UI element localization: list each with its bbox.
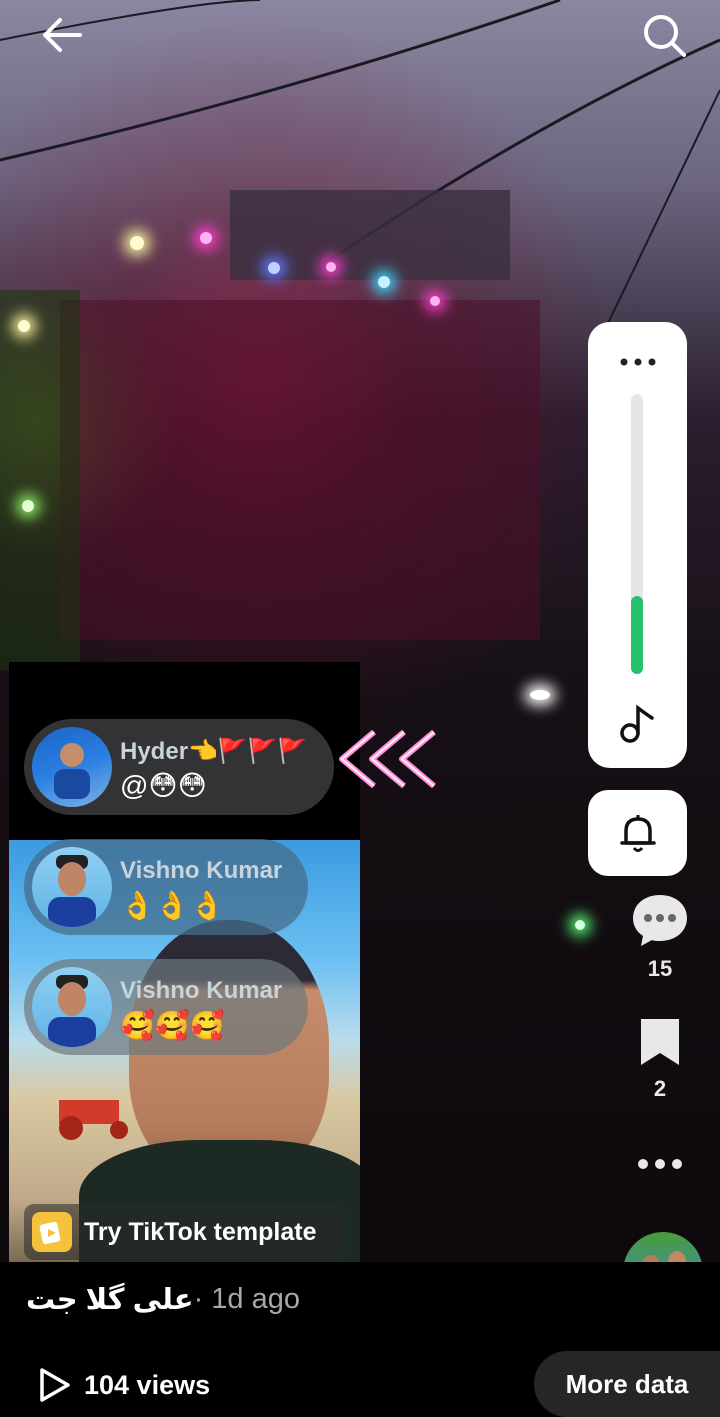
notify-button[interactable] bbox=[588, 790, 687, 876]
arrow-left-icon bbox=[43, 18, 82, 52]
stage-light bbox=[18, 320, 30, 332]
search-button[interactable] bbox=[636, 10, 692, 60]
saves-count: 2 bbox=[653, 1076, 667, 1101]
stage-light bbox=[430, 296, 440, 306]
bookmark-icon bbox=[641, 1019, 679, 1065]
stage-light bbox=[130, 236, 144, 250]
search-icon bbox=[644, 15, 686, 57]
more-data-button[interactable]: More data bbox=[534, 1351, 720, 1417]
comment-text: 🥰🥰🥰 bbox=[120, 1010, 225, 1041]
stage-light bbox=[200, 232, 212, 244]
chevrons-left-icon bbox=[339, 729, 436, 789]
commenter-name: Hyder👈🚩🚩🚩 bbox=[120, 738, 308, 765]
save-button[interactable] bbox=[630, 1012, 690, 1072]
views-row: 104 views bbox=[36, 1366, 210, 1404]
commenter-name: Vishno Kumar bbox=[120, 857, 283, 884]
avatar bbox=[32, 967, 112, 1047]
author-name[interactable]: علی گلا جت bbox=[26, 1282, 194, 1317]
comment-text: 👌👌👌 bbox=[120, 890, 225, 921]
stage-light bbox=[378, 276, 390, 288]
back-button[interactable] bbox=[34, 12, 90, 58]
music-button[interactable] bbox=[612, 696, 664, 748]
comments-count: 15 bbox=[647, 956, 673, 981]
comment-icon bbox=[633, 895, 687, 946]
volume-slider[interactable] bbox=[631, 394, 643, 674]
more-horizontal-icon bbox=[638, 1159, 682, 1169]
avatar bbox=[32, 727, 112, 807]
post-meta: علی گلا جت · 1d ago bbox=[26, 1282, 300, 1317]
stage-light bbox=[268, 262, 280, 274]
commenter-name: Vishno Kumar bbox=[120, 977, 283, 1004]
panel-menu-button[interactable] bbox=[610, 344, 666, 380]
more-data-label: More data bbox=[565, 1368, 689, 1399]
comment-bubble[interactable]: Vishno Kumar 👌👌👌 bbox=[24, 839, 308, 935]
stage-light bbox=[326, 262, 336, 272]
bell-icon bbox=[619, 815, 656, 852]
avatar bbox=[32, 847, 112, 927]
stage-light bbox=[22, 500, 34, 512]
music-note-icon bbox=[620, 704, 654, 743]
more-button[interactable] bbox=[630, 1150, 690, 1178]
volume-panel bbox=[588, 322, 687, 768]
try-template-button[interactable]: Try TikTok template bbox=[24, 1204, 346, 1260]
post-time: · 1d ago bbox=[193, 1283, 301, 1315]
more-horizontal-icon bbox=[620, 358, 656, 366]
comment-text: @😳😳 bbox=[120, 770, 207, 801]
try-template-label: Try TikTok template bbox=[84, 1217, 317, 1246]
tractor-image bbox=[49, 1090, 139, 1140]
comment-bubble[interactable]: Hyder👈🚩🚩🚩 @😳😳 bbox=[24, 719, 334, 815]
volume-level bbox=[631, 595, 643, 674]
stage-light bbox=[530, 690, 550, 700]
tiktok-template-icon bbox=[32, 1212, 72, 1252]
stage-light bbox=[575, 920, 585, 930]
play-icon bbox=[40, 1368, 70, 1402]
comment-button[interactable] bbox=[628, 890, 692, 950]
views-count: 104 views bbox=[84, 1369, 211, 1400]
comment-bubble[interactable]: Vishno Kumar 🥰🥰🥰 bbox=[24, 959, 308, 1055]
